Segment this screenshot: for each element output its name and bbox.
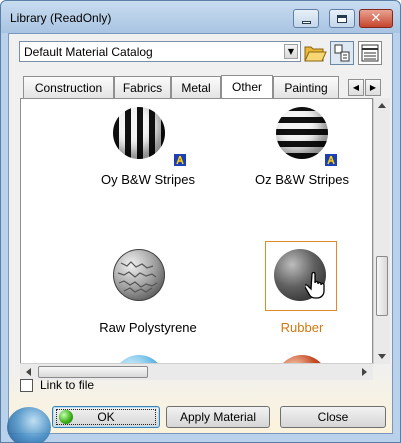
tab-fabrics[interactable]: Fabrics bbox=[114, 76, 171, 98]
polystyrene-texture-icon bbox=[117, 261, 158, 293]
material-name[interactable]: Oy B&W Stripes bbox=[73, 172, 223, 187]
title-bar[interactable]: Library (ReadOnly) ✕ bbox=[1, 1, 400, 33]
maximize-button[interactable] bbox=[329, 9, 355, 28]
oy-stripes-swatch[interactable] bbox=[113, 107, 165, 159]
hand-cursor-icon bbox=[305, 271, 325, 299]
material-name-selected[interactable]: Rubber bbox=[227, 320, 377, 335]
folder-open-icon[interactable] bbox=[303, 41, 327, 65]
dropdown-arrow-icon[interactable]: ▼ bbox=[284, 44, 298, 59]
library-dialog: Library (ReadOnly) ✕ Default Material Ca… bbox=[0, 0, 401, 443]
close-icon: ✕ bbox=[370, 11, 382, 26]
link-to-file-checkbox[interactable] bbox=[20, 379, 33, 392]
window-title: Library (ReadOnly) bbox=[10, 11, 112, 25]
close-label: Close bbox=[317, 410, 349, 424]
ok-button[interactable]: OK bbox=[52, 406, 160, 428]
close-button[interactable]: Close bbox=[280, 406, 386, 428]
catalog-selected-value: Default Material Catalog bbox=[24, 45, 153, 59]
raw-polystyrene-swatch[interactable] bbox=[113, 249, 165, 301]
materials-panel: Oy B&W Stripes Oz B&W Stripes Raw Polyst… bbox=[20, 98, 390, 380]
category-tabs: Construction Fabrics Metal Other Paintin… bbox=[23, 75, 383, 99]
tab-painting[interactable]: Painting bbox=[273, 76, 339, 98]
minimize-button[interactable] bbox=[293, 9, 319, 28]
tab-other[interactable]: Other bbox=[221, 75, 273, 99]
scroll-up-icon[interactable] bbox=[378, 103, 386, 108]
maximize-icon bbox=[337, 14, 347, 23]
apply-label: Apply Material bbox=[179, 410, 257, 424]
vertical-scroll-thumb[interactable] bbox=[376, 256, 388, 316]
green-status-icon bbox=[59, 410, 73, 424]
scroll-left-icon[interactable] bbox=[26, 368, 31, 376]
tab-metal[interactable]: Metal bbox=[171, 76, 221, 98]
link-to-file-label: Link to file bbox=[40, 378, 95, 392]
dialog-body: Default Material Catalog ▼ Construction … bbox=[7, 33, 393, 443]
close-window-button[interactable]: ✕ bbox=[359, 9, 393, 28]
link-icon bbox=[174, 154, 186, 166]
oz-stripes-swatch[interactable] bbox=[276, 107, 328, 159]
apply-material-button[interactable]: Apply Material bbox=[166, 406, 270, 428]
grid-view-icon[interactable] bbox=[358, 41, 382, 65]
scroll-down-icon[interactable] bbox=[378, 354, 386, 359]
catalog-dropdown[interactable]: Default Material Catalog ▼ bbox=[19, 41, 301, 62]
horizontal-scroll-thumb[interactable] bbox=[38, 366, 148, 378]
list-view-icon[interactable] bbox=[330, 41, 354, 65]
scroll-right-icon[interactable] bbox=[362, 368, 367, 376]
minimize-icon bbox=[301, 20, 311, 24]
tab-construction[interactable]: Construction bbox=[23, 76, 114, 98]
material-name[interactable]: Oz B&W Stripes bbox=[227, 172, 377, 187]
tab-scroll-right-icon[interactable]: ▶ bbox=[365, 79, 381, 96]
link-icon bbox=[325, 154, 337, 166]
tab-scroll-left-icon[interactable]: ◀ bbox=[348, 79, 364, 96]
vertical-scrollbar[interactable] bbox=[373, 98, 390, 364]
material-name[interactable]: Raw Polystyrene bbox=[73, 320, 223, 335]
planet-icon bbox=[7, 407, 51, 443]
